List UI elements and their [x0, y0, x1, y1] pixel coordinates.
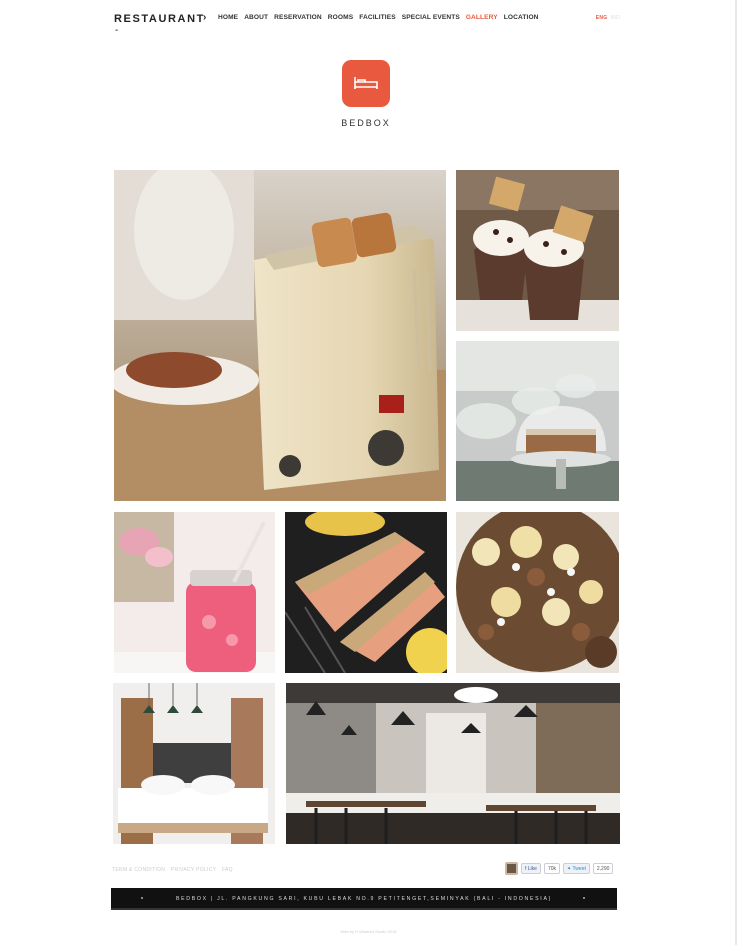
nav-gallery[interactable]: GALLERY [466, 14, 498, 21]
nav-facilities[interactable]: FACILITIES [359, 14, 396, 21]
nav-location[interactable]: LOCATION [504, 14, 539, 21]
tweet-count: 2,290 [592, 863, 614, 874]
brand-dash: - [115, 25, 119, 36]
copyright-text: Web by H Whatnot Studio 2015 [340, 929, 397, 934]
nav-special-events[interactable]: SPECIAL EVENTS [402, 14, 460, 21]
photo-milkshakes[interactable] [456, 170, 619, 331]
nav-reservation[interactable]: RESERVATION [274, 14, 322, 21]
photo-pink-drink[interactable] [114, 512, 275, 673]
nav-rooms[interactable]: ROOMS [328, 14, 353, 21]
language-switch: ENG IND [596, 15, 620, 21]
address-text: BEDBOX | JL. PANGKUNG SARI, KUBU LEBAK N… [175, 896, 553, 902]
facebook-like-count: 70k [543, 863, 561, 874]
photo-restaurant-interior[interactable] [286, 683, 620, 844]
link-faq[interactable]: FAQ [222, 867, 233, 873]
lang-eng[interactable]: ENG [596, 15, 608, 21]
instagram-icon[interactable] [505, 862, 518, 875]
tweet-button[interactable]: ✦ Tweet [563, 863, 590, 874]
link-privacy[interactable]: PRIVACY POLICY [171, 867, 216, 873]
main-nav: HOME ABOUT RESERVATION ROOMS FACILITIES … [218, 14, 539, 21]
link-terms[interactable]: TERM & CONDITION [112, 867, 165, 873]
photo-bedroom[interactable] [113, 683, 275, 844]
facebook-like-button[interactable]: f Like [521, 863, 541, 874]
facebook-like-label: Like [527, 866, 537, 872]
bed-icon [354, 77, 378, 89]
brand-name[interactable]: RESTAURANT [114, 13, 205, 25]
top-navigation: RESTAURANT - › HOME ABOUT RESERVATION RO… [114, 12, 620, 36]
nav-home[interactable]: HOME [218, 14, 238, 21]
tweet-label: Tweet [572, 866, 586, 872]
photo-cauliflower-salad[interactable] [456, 512, 619, 673]
logo-badge[interactable] [342, 60, 390, 107]
address-bar: BEDBOX | JL. PANGKUNG SARI, KUBU LEBAK N… [111, 888, 617, 910]
divider-dot-right [583, 897, 585, 899]
footer-links: TERM & CONDITION PRIVACY POLICY FAQ [112, 867, 237, 873]
photo-toaster[interactable] [114, 170, 446, 501]
logo-text: BEDBOX [341, 118, 391, 128]
nav-about[interactable]: ABOUT [244, 14, 268, 21]
photo-grilled-salmon[interactable] [285, 512, 447, 673]
lang-ind[interactable]: IND [610, 15, 620, 21]
photo-cake-stands[interactable] [456, 341, 619, 501]
chevron-right-icon: › [203, 12, 207, 23]
social-buttons: f Like 70k ✦ Tweet 2,290 [505, 862, 614, 875]
